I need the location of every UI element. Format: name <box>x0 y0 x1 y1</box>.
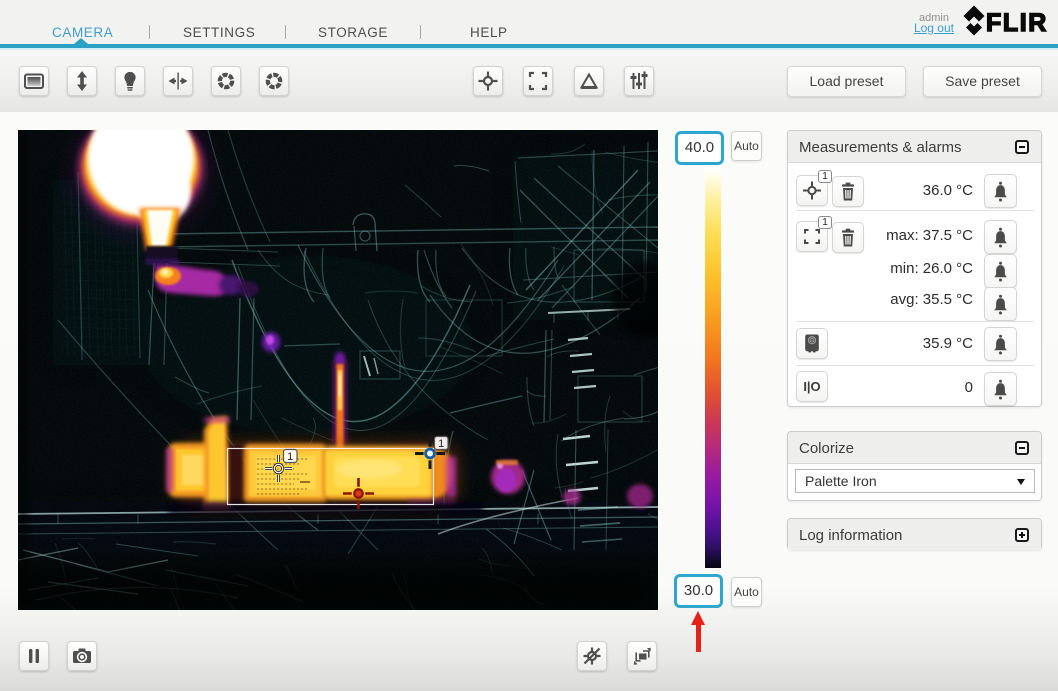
svg-text:1: 1 <box>438 438 444 450</box>
svg-text:FLIR: FLIR <box>986 9 1048 37</box>
svg-text:1: 1 <box>287 451 293 463</box>
